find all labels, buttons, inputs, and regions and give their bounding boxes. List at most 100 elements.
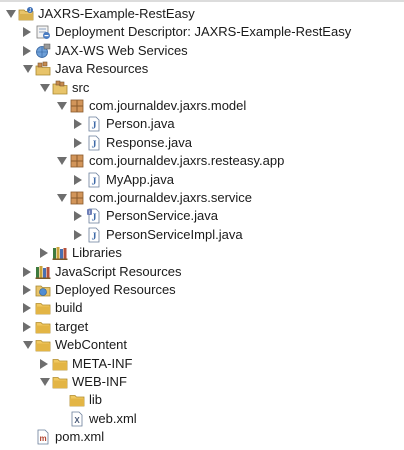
expand-arrow-icon[interactable] (23, 321, 31, 332)
tree-node-java-resources[interactable]: Java Resources (0, 60, 404, 78)
java-file-icon: J (86, 227, 102, 243)
tree-node-label: pom.xml (55, 429, 105, 445)
expand-arrow-icon[interactable] (74, 174, 82, 185)
tree-node-label: JavaScript Resources (55, 263, 182, 279)
expand-arrow-icon[interactable] (23, 285, 31, 295)
tree-node-com-journaldev-jaxrs-resteasy-app[interactable]: com.journaldev.jaxrs.resteasy.app (0, 152, 404, 170)
tree-node-personservice-java[interactable]: J i PersonService.java (0, 207, 404, 225)
expand-arrow-icon[interactable] (74, 211, 82, 222)
tree-node-webcontent[interactable]: WebContent (0, 336, 404, 354)
project-explorer-tree: J JAXRS-Example-RestEasy Deployment Descr… (0, 0, 404, 450)
collapse-arrow-icon[interactable] (23, 341, 33, 350)
tree-node-label: JAX-WS Web Services (55, 42, 188, 58)
tree-node-label: Response.java (106, 134, 192, 150)
tree-node-label: PersonServiceImpl.java (106, 226, 243, 242)
tree-node-web-xml[interactable]: Xweb.xml (0, 410, 404, 428)
tree-node-personserviceimpl-java[interactable]: J PersonServiceImpl.java (0, 226, 404, 244)
deployed-resources-icon (35, 282, 51, 298)
collapse-arrow-icon[interactable] (6, 10, 16, 18)
tree-node-com-journaldev-jaxrs-service[interactable]: com.journaldev.jaxrs.service (0, 189, 404, 207)
tree-node-person-java[interactable]: J Person.java (0, 115, 404, 133)
tree-node-label: Deployed Resources (55, 282, 176, 297)
tree-node-label: MyApp.java (106, 171, 174, 187)
web-services-icon (35, 43, 51, 59)
java-interface-file-icon: J i (86, 208, 102, 224)
tree-node-com-journaldev-jaxrs-model[interactable]: com.journaldev.jaxrs.model (0, 97, 404, 115)
tree-node-build[interactable]: build (0, 299, 404, 317)
svg-text:J: J (92, 176, 97, 187)
tree-node-label: web.xml (89, 410, 137, 426)
expand-arrow-icon[interactable] (74, 119, 82, 130)
tree-node-label: target (55, 318, 89, 334)
svg-text:m: m (39, 434, 46, 443)
tree-node-jax-ws-web-services[interactable]: JAX-WS Web Services (0, 42, 404, 60)
deployment-descriptor-icon (35, 24, 51, 40)
tree-node-pom-xml[interactable]: m pom.xml (0, 428, 404, 446)
tree-node-jaxrs-example-resteasy[interactable]: J JAXRS-Example-RestEasy (0, 5, 404, 23)
tree-node-label: Libraries (72, 245, 122, 261)
tree-node-deployment-descriptor-jaxrs-example-resteasy[interactable]: Deployment Descriptor: JAXRS-Example-Res… (0, 23, 404, 41)
java-file-icon: J (86, 135, 102, 151)
tree-node-label: JAXRS-Example-RestEasy (38, 6, 195, 21)
javascript-resources-icon (35, 264, 51, 280)
tree-node-label: com.journaldev.jaxrs.service (89, 190, 253, 205)
java-resources-icon (35, 61, 51, 77)
expand-arrow-icon[interactable] (23, 45, 31, 56)
collapse-arrow-icon[interactable] (40, 378, 50, 386)
collapse-arrow-icon[interactable] (57, 157, 67, 166)
folder-icon (35, 300, 51, 316)
collapse-arrow-icon[interactable] (23, 65, 33, 74)
package-icon (69, 190, 85, 206)
tree-node-label: META-INF (72, 355, 133, 371)
svg-text:J: J (92, 213, 97, 224)
tree-node-javascript-resources[interactable]: JavaScript Resources (0, 263, 404, 281)
collapse-arrow-icon[interactable] (57, 194, 67, 202)
expand-arrow-icon[interactable] (23, 27, 31, 38)
tree-node-web-inf[interactable]: WEB-INF (0, 373, 404, 391)
tree-node-label: WEB-INF (72, 374, 127, 389)
expand-arrow-icon[interactable] (40, 358, 48, 369)
package-icon (69, 153, 85, 169)
libraries-icon (52, 245, 68, 261)
collapse-arrow-icon[interactable] (40, 83, 50, 92)
folder-icon (69, 392, 85, 408)
tree-node-label: WebContent (55, 337, 128, 353)
svg-text:X: X (74, 416, 80, 425)
collapse-arrow-icon[interactable] (57, 102, 67, 110)
svg-text:J: J (92, 231, 97, 242)
tree-node-label: Person.java (106, 116, 175, 132)
package-icon (69, 98, 85, 114)
expand-arrow-icon[interactable] (40, 248, 48, 259)
expand-arrow-icon[interactable] (23, 303, 31, 314)
folder-icon (35, 337, 51, 353)
tree-node-deployed-resources[interactable]: Deployed Resources (0, 281, 404, 299)
tree-node-label: com.journaldev.jaxrs.model (89, 98, 247, 113)
expand-arrow-icon[interactable] (23, 266, 31, 277)
java-file-icon: J (86, 116, 102, 132)
svg-text:J: J (92, 139, 97, 150)
tree-node-src[interactable]: src (0, 79, 404, 97)
tree-node-label: com.journaldev.jaxrs.resteasy.app (89, 153, 285, 169)
tree-node-response-java[interactable]: J Response.java (0, 134, 404, 152)
tree-node-target[interactable]: target (0, 318, 404, 336)
tree-node-myapp-java[interactable]: J MyApp.java (0, 171, 404, 189)
java-file-icon: J (86, 172, 102, 188)
project-icon: J (18, 6, 34, 22)
tree-node-label: src (72, 79, 90, 95)
tree-node-meta-inf[interactable]: META-INF (0, 355, 404, 373)
xml-file-icon: X (69, 411, 85, 427)
tree-node-label: PersonService.java (106, 208, 218, 224)
expand-arrow-icon[interactable] (74, 229, 82, 240)
svg-text:J: J (92, 121, 97, 132)
tree-node-label: lib (89, 392, 103, 408)
scroll-edge (0, 0, 404, 2)
tree-node-label: Java Resources (55, 61, 149, 77)
folder-icon (35, 319, 51, 335)
tree-node-label: build (55, 300, 83, 316)
maven-pom-icon: m (35, 429, 51, 445)
tree-node-lib[interactable]: lib (0, 391, 404, 409)
expand-arrow-icon[interactable] (74, 137, 82, 148)
svg-text:i: i (89, 210, 90, 216)
folder-icon (52, 374, 68, 390)
tree-node-libraries[interactable]: Libraries (0, 244, 404, 262)
